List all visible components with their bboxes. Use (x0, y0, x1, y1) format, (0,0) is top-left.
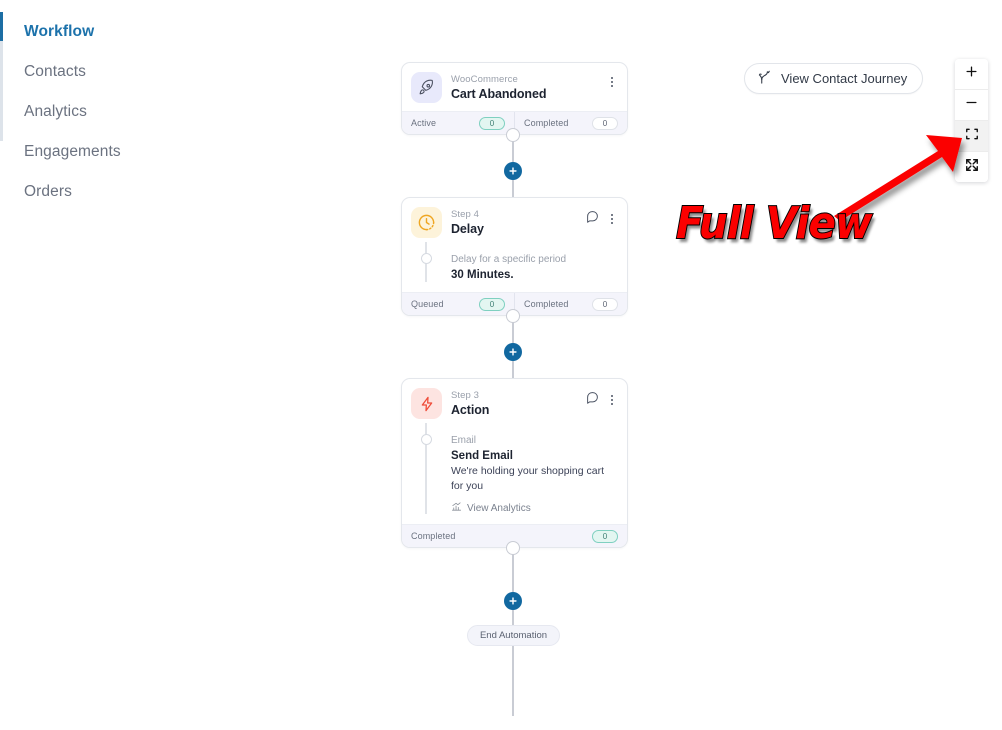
body-value: Send Email (451, 450, 513, 462)
end-automation-pill[interactable]: End Automation (467, 625, 560, 646)
sidebar-item-label: Analytics (24, 103, 87, 120)
footer-stat-label: Completed (411, 531, 456, 541)
footer-stat-queued: Queued 0 (402, 293, 514, 315)
node-title: Cart Abandoned (451, 87, 547, 101)
sidebar-item-label: Orders (24, 183, 72, 200)
branch-icon (758, 70, 773, 88)
workflow-node-trigger[interactable]: WooCommerce Cart Abandoned Active 0 Comp… (401, 62, 628, 135)
zoom-in-button[interactable] (955, 59, 988, 90)
footer-stat-label: Active (411, 118, 437, 128)
clock-icon (411, 207, 442, 238)
node-title: Action (451, 403, 490, 417)
sidebar: Workflow Contacts Analytics Engagements … (0, 0, 195, 730)
node-titles: Step 4 Delay (451, 207, 586, 237)
node-actions (606, 72, 618, 89)
zoom-controls (955, 59, 988, 182)
fit-view-button[interactable] (955, 121, 988, 152)
body-description: We're holding your shopping cart for you (451, 465, 604, 492)
sidebar-item-label: Workflow (24, 23, 95, 40)
connector-dot (506, 309, 520, 323)
node-body: Email Send Email We're holding your shop… (402, 423, 627, 524)
more-vertical-icon[interactable] (606, 212, 618, 226)
node-header: WooCommerce Cart Abandoned (402, 63, 627, 111)
connector-dot (506, 541, 520, 555)
node-subtitle: Step 4 (451, 209, 480, 220)
workflow-node-action[interactable]: Step 3 Action Email Send Email We're hol… (401, 378, 628, 548)
node-subtitle: Step 3 (451, 390, 480, 401)
sidebar-item-contacts[interactable]: Contacts (0, 52, 195, 92)
workflow-canvas[interactable]: WooCommerce Cart Abandoned Active 0 Comp… (196, 0, 1002, 730)
body-content: Email Send Email We're holding your shop… (411, 427, 618, 515)
sidebar-active-indicator (0, 12, 3, 41)
minus-icon (964, 95, 979, 115)
node-titles: WooCommerce Cart Abandoned (451, 72, 606, 102)
node-title: Delay (451, 222, 484, 236)
view-analytics-link[interactable]: View Analytics (451, 501, 618, 515)
sidebar-item-analytics[interactable]: Analytics (0, 92, 195, 132)
footer-stat-label: Completed (524, 299, 569, 309)
node-actions (586, 388, 618, 409)
connector-dot (506, 128, 520, 142)
view-contact-journey-button[interactable]: View Contact Journey (744, 63, 924, 94)
status-badge: 0 (592, 297, 618, 311)
flow-connector (401, 309, 626, 378)
fit-view-icon (965, 127, 979, 146)
footer-stat-completed: Completed 0 (514, 293, 627, 315)
node-header: Step 3 Action (402, 379, 627, 427)
more-vertical-icon[interactable] (606, 75, 618, 89)
status-badge: 0 (479, 116, 505, 130)
body-label: Email (451, 435, 477, 446)
footer-stat-active: Active 0 (402, 112, 514, 134)
full-view-icon (965, 158, 979, 177)
workflow-flow: WooCommerce Cart Abandoned Active 0 Comp… (401, 62, 628, 716)
full-view-button[interactable] (955, 152, 988, 182)
view-analytics-label: View Analytics (467, 502, 531, 514)
zoom-out-button[interactable] (955, 90, 988, 121)
sidebar-item-label: Contacts (24, 63, 86, 80)
node-subtitle: WooCommerce (451, 74, 518, 85)
lightning-icon (411, 388, 442, 419)
node-titles: Step 3 Action (451, 388, 586, 418)
body-content: Delay for a specific period 30 Minutes. (411, 246, 618, 283)
comment-icon[interactable] (586, 210, 599, 228)
comment-icon[interactable] (586, 391, 599, 409)
node-header: Step 4 Delay (402, 198, 627, 246)
sidebar-item-workflow[interactable]: Workflow (0, 12, 195, 52)
view-contact-journey-label: View Contact Journey (781, 71, 908, 86)
end-automation-label: End Automation (479, 630, 548, 641)
footer-stat-label: Queued (411, 299, 444, 309)
bar-chart-icon (451, 501, 462, 515)
status-badge: 0 (479, 297, 505, 311)
sidebar-item-orders[interactable]: Orders (0, 172, 195, 212)
body-dot (420, 253, 432, 264)
more-vertical-icon[interactable] (606, 393, 618, 407)
add-step-button[interactable] (504, 343, 522, 361)
body-dot (420, 434, 432, 445)
status-badge: 0 (592, 529, 618, 543)
flow-connector: End Automation (401, 541, 626, 646)
status-badge: 0 (592, 116, 618, 130)
node-actions (586, 207, 618, 228)
add-step-button[interactable] (504, 162, 522, 180)
footer-stat-label: Completed (524, 118, 569, 128)
add-step-button[interactable] (504, 592, 522, 610)
sidebar-item-engagements[interactable]: Engagements (0, 132, 195, 172)
body-label: Delay for a specific period (451, 254, 567, 265)
plus-icon (964, 64, 979, 84)
flow-connector (401, 128, 626, 197)
rocket-icon (411, 72, 442, 103)
footer-stat-completed: Completed 0 (514, 112, 627, 134)
node-body: Delay for a specific period 30 Minutes. (402, 242, 627, 292)
sidebar-item-label: Engagements (24, 143, 121, 160)
body-value: 30 Minutes. (451, 269, 514, 281)
workflow-node-delay[interactable]: Step 4 Delay Delay for a specific period… (401, 197, 628, 316)
